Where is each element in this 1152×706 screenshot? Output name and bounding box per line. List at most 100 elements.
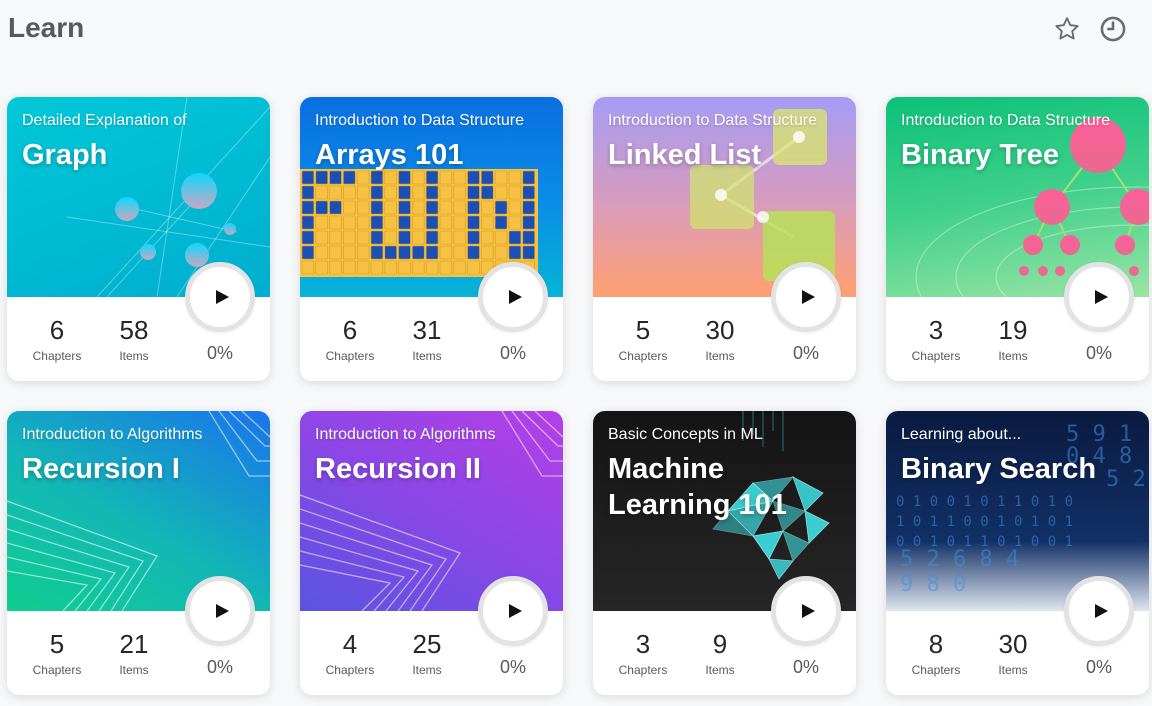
play-icon (215, 604, 229, 618)
chapters-label: Chapters (32, 349, 82, 363)
chapters-label: Chapters (618, 349, 668, 363)
card-title: Binary Search (901, 453, 1097, 485)
chapters-stat: 6 Chapters (22, 315, 92, 364)
chapters-stat: 8 Chapters (901, 629, 971, 678)
card-title: Binary Tree (901, 139, 1059, 171)
items-label: Items (119, 349, 149, 363)
course-card-binary-search[interactable]: 0 1 0 0 1 0 1 1 0 1 0 1 0 1 1 0 0 1 0 1 … (886, 411, 1149, 695)
progress-percent: 0% (1085, 657, 1112, 677)
card-title: Recursion II (315, 453, 481, 485)
chapters-stat: 3 Chapters (901, 315, 971, 364)
play-icon (801, 290, 815, 304)
svg-text:0 1 0 0 1 0 1 1 0 1 0: 0 1 0 0 1 0 1 1 0 1 0 (896, 494, 1073, 510)
progress-percent: 0% (1085, 343, 1112, 363)
card-subtitle: Learning about... (901, 426, 1022, 443)
svg-text:1 0 1 1 0 0 1 0 1 0 1: 1 0 1 1 0 0 1 0 1 0 1 (896, 514, 1073, 530)
progress-percent: 0% (792, 343, 819, 363)
course-card-machine-learning-101[interactable]: Basic Concepts in ML Machine Learning 10… (593, 411, 856, 695)
items-stat: 19 Items (978, 315, 1048, 364)
card-title: Recursion I (22, 453, 180, 485)
chapters-label: Chapters (911, 349, 961, 363)
card-subtitle: Introduction to Data Structure (901, 112, 1110, 129)
card-subtitle: Introduction to Data Structure (608, 112, 817, 129)
items-count: 31 (412, 315, 442, 345)
items-label: Items (998, 663, 1028, 677)
card-title: Linked List (608, 139, 762, 171)
play-icon (508, 290, 522, 304)
items-count: 21 (119, 629, 149, 659)
items-stat: 30 Items (685, 315, 755, 364)
play-icon (801, 604, 815, 618)
play-button[interactable] (1064, 262, 1134, 332)
items-count: 30 (998, 629, 1028, 659)
play-icon (1094, 604, 1108, 618)
card-title: Graph (22, 139, 108, 171)
chapters-count: 4 (342, 629, 358, 659)
chapters-stat: 4 Chapters (315, 629, 385, 678)
star-icon[interactable] (1052, 14, 1082, 44)
play-button[interactable] (771, 262, 841, 332)
card-title: Machine Learning 101 (608, 453, 787, 521)
items-label: Items (705, 349, 735, 363)
card-subtitle: Detailed Explanation of (22, 112, 187, 129)
chapters-count: 5 (49, 629, 65, 659)
items-label: Items (705, 663, 735, 677)
card-subtitle: Introduction to Data Structure (315, 112, 524, 129)
course-card-recursion-i[interactable]: Introduction to Algorithms Recursion I 5… (7, 411, 270, 695)
course-card-binary-tree[interactable]: Introduction to Data Structure Binary Tr… (886, 97, 1149, 381)
progress-percent: 0% (206, 343, 233, 363)
progress-percent: 0% (499, 657, 526, 677)
course-grid: Detailed Explanation of Graph 6 Chapters… (7, 97, 1149, 695)
chapters-stat: 5 Chapters (22, 629, 92, 678)
items-count: 58 (119, 315, 149, 345)
course-card-linked-list[interactable]: Introduction to Data Structure Linked Li… (593, 97, 856, 381)
progress-percent: 0% (499, 343, 526, 363)
card-title: Arrays 101 (315, 139, 464, 171)
chapters-count: 6 (342, 315, 358, 345)
course-card-graph[interactable]: Detailed Explanation of Graph 6 Chapters… (7, 97, 270, 381)
progress-percent: 0% (206, 657, 233, 677)
items-count: 30 (705, 315, 735, 345)
items-stat: 25 Items (392, 629, 462, 678)
svg-text:5 2 6 8 4: 5 2 6 8 4 (900, 547, 1019, 572)
chapters-label: Chapters (618, 663, 668, 677)
items-stat: 9 Items (685, 629, 755, 678)
chapters-stat: 3 Chapters (608, 629, 678, 678)
chapters-stat: 5 Chapters (608, 315, 678, 364)
items-label: Items (412, 663, 442, 677)
items-stat: 30 Items (978, 629, 1048, 678)
svg-text:9 8 0: 9 8 0 (900, 572, 966, 597)
play-button[interactable] (1064, 576, 1134, 646)
play-icon (508, 604, 522, 618)
play-button[interactable] (478, 576, 548, 646)
chapters-count: 3 (928, 315, 944, 345)
page-header: Learn (0, 0, 1152, 60)
chapters-label: Chapters (32, 663, 82, 677)
play-button[interactable] (771, 576, 841, 646)
card-subtitle: Introduction to Algorithms (315, 426, 496, 443)
card-subtitle: Basic Concepts in ML (608, 426, 763, 443)
chapters-stat: 6 Chapters (315, 315, 385, 364)
items-label: Items (119, 663, 149, 677)
chapters-label: Chapters (325, 349, 375, 363)
chapters-count: 3 (635, 629, 651, 659)
chapters-count: 6 (49, 315, 65, 345)
items-stat: 31 Items (392, 315, 462, 364)
clock-icon[interactable] (1098, 14, 1128, 44)
course-card-arrays-101[interactable]: Introduction to Data Structure Arrays 10… (300, 97, 563, 381)
items-label: Items (998, 349, 1028, 363)
items-stat: 21 Items (99, 629, 169, 678)
play-button[interactable] (185, 576, 255, 646)
items-count: 19 (998, 315, 1028, 345)
items-count: 25 (412, 629, 442, 659)
play-button[interactable] (185, 262, 255, 332)
chapters-count: 5 (635, 315, 651, 345)
play-icon (1094, 290, 1108, 304)
play-button[interactable] (478, 262, 548, 332)
chapters-label: Chapters (325, 663, 375, 677)
course-card-recursion-ii[interactable]: Introduction to Algorithms Recursion II … (300, 411, 563, 695)
progress-percent: 0% (792, 657, 819, 677)
card-subtitle: Introduction to Algorithms (22, 426, 203, 443)
chapters-count: 8 (928, 629, 944, 659)
items-stat: 58 Items (99, 315, 169, 364)
